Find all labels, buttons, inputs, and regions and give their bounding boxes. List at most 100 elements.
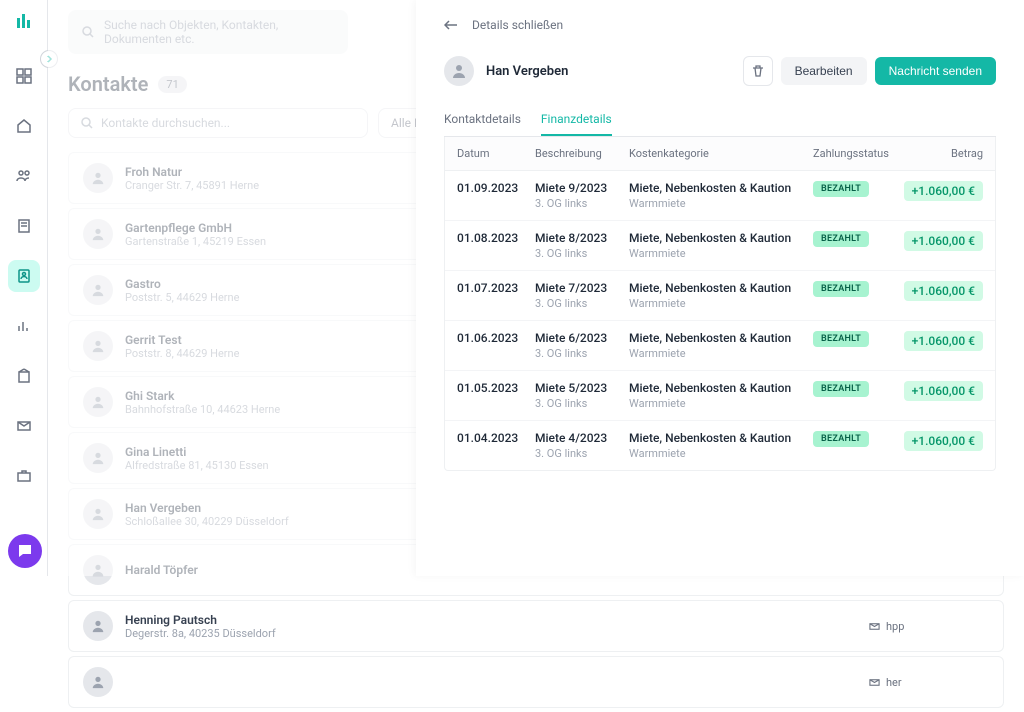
finance-row[interactable]: 01.07.2023Miete 7/2023 3. OG linksMiete, … — [445, 271, 995, 321]
cell-date: 01.09.2023 — [457, 181, 535, 195]
status-badge: BEZAHLT — [813, 331, 869, 347]
finance-table: Datum Beschreibung Kostenkategorie Zahlu… — [444, 137, 996, 471]
cell-category: Miete, Nebenkosten & Kaution — [629, 431, 813, 445]
status-badge: BEZAHLT — [813, 431, 869, 447]
avatar — [83, 499, 113, 529]
delete-button[interactable] — [743, 56, 773, 86]
finance-row[interactable]: 01.08.2023Miete 8/20233. OG linksMiete, … — [445, 221, 995, 271]
contact-email: her — [886, 676, 902, 689]
finance-row[interactable]: 01.05.2023Miete 5/2023 3. OG linksMiete, … — [445, 371, 995, 421]
detail-contact-name: Han Vergeben — [486, 64, 568, 79]
close-details[interactable]: Details schließen — [444, 18, 996, 32]
cell-desc: Miete 7/2023 — [535, 281, 629, 295]
amount-value: +1.060,00 € — [904, 281, 983, 301]
contact-address: Degerstr. 8a, 40235 Düsseldorf — [125, 627, 857, 640]
amount-value: +1.060,00 € — [904, 431, 983, 451]
cell-desc: Miete 4/2023 — [535, 431, 629, 445]
finance-row[interactable]: 01.06.2023Miete 6/2023 3. OG linksMiete, … — [445, 321, 995, 371]
search-icon — [82, 26, 94, 38]
global-search-placeholder: Suche nach Objekten, Kontakten, Dokument… — [104, 18, 334, 46]
logo-icon — [14, 12, 34, 32]
col-header-desc: Beschreibung — [535, 147, 629, 160]
cell-desc: Miete 6/2023 — [535, 331, 629, 345]
nav-mail[interactable] — [8, 410, 40, 442]
avatar — [83, 275, 113, 305]
mail-icon — [869, 677, 880, 688]
detail-panel: Details schließen Han Vergeben Bearbeite… — [416, 0, 1024, 576]
amount-value: +1.060,00 € — [904, 331, 983, 351]
col-header-status: Zahlungsstatus — [813, 147, 903, 160]
avatar — [83, 667, 113, 697]
avatar — [444, 56, 474, 86]
edit-button[interactable]: Bearbeiten — [781, 57, 867, 85]
col-header-category: Kostenkategorie — [629, 147, 813, 160]
cell-category-sub: Warmmiete — [629, 347, 813, 360]
cell-date: 01.04.2023 — [457, 431, 535, 445]
cell-category-sub: Warmmiete — [629, 397, 813, 410]
cell-desc: Miete 5/2023 — [535, 381, 629, 395]
status-badge: BEZAHLT — [813, 231, 869, 247]
avatar — [83, 611, 113, 641]
cell-desc-sub: 3. OG links — [535, 297, 629, 310]
mail-icon — [869, 621, 880, 632]
nav-building[interactable] — [8, 360, 40, 392]
sidebar — [0, 0, 48, 576]
contacts-search[interactable]: Kontakte durchsuchen... — [68, 108, 368, 138]
cell-desc: Miete 9/2023 — [535, 181, 629, 195]
cell-desc-sub: 3. OG links — [535, 197, 629, 210]
amount-value: +1.060,00 € — [904, 231, 983, 251]
arrow-left-icon — [444, 20, 458, 30]
avatar — [83, 555, 113, 585]
tab-finance-details[interactable]: Finanzdetails — [541, 104, 612, 136]
finance-row[interactable]: 01.09.2023Miete 9/2023 3. OG linksMiete, … — [445, 171, 995, 221]
nav-documents[interactable] — [8, 210, 40, 242]
cell-desc-sub: 3. OG links — [535, 247, 629, 260]
cell-date: 01.07.2023 — [457, 281, 535, 295]
cell-category: Miete, Nebenkosten & Kaution — [629, 181, 813, 195]
tab-contact-details[interactable]: Kontaktdetails — [444, 104, 521, 136]
sidebar-toggle[interactable] — [40, 50, 58, 68]
close-details-label: Details schließen — [472, 18, 563, 32]
cell-date: 01.05.2023 — [457, 381, 535, 395]
col-header-date: Datum — [457, 147, 535, 160]
avatar — [83, 387, 113, 417]
nav-briefcase[interactable] — [8, 460, 40, 492]
page-title: Kontakte — [68, 72, 148, 96]
nav-analytics[interactable] — [8, 310, 40, 342]
global-search[interactable]: Suche nach Objekten, Kontakten, Dokument… — [68, 10, 348, 54]
search-icon — [81, 117, 93, 129]
avatar — [83, 331, 113, 361]
cell-desc-sub: 3. OG links — [535, 347, 629, 360]
contact-count-badge: 71 — [158, 76, 186, 93]
contacts-search-placeholder: Kontakte durchsuchen... — [101, 116, 230, 130]
contact-item[interactable]: Henning PautschDegerstr. 8a, 40235 Düsse… — [68, 600, 1004, 652]
cell-category: Miete, Nebenkosten & Kaution — [629, 281, 813, 295]
status-badge: BEZAHLT — [813, 181, 869, 197]
avatar — [83, 163, 113, 193]
cell-category-sub: Warmmiete — [629, 197, 813, 210]
cell-date: 01.06.2023 — [457, 331, 535, 345]
status-badge: BEZAHLT — [813, 381, 869, 397]
avatar — [83, 219, 113, 249]
amount-value: +1.060,00 € — [904, 381, 983, 401]
contact-email: hpp — [886, 620, 904, 633]
cell-category-sub: Warmmiete — [629, 297, 813, 310]
cell-category: Miete, Nebenkosten & Kaution — [629, 331, 813, 345]
contact-name: Henning Pautsch — [125, 613, 857, 627]
cell-desc-sub: 3. OG links — [535, 397, 629, 410]
finance-row[interactable]: 01.04.2023Miete 4/2023 3. OG linksMiete, … — [445, 421, 995, 470]
nav-contacts[interactable] — [8, 260, 40, 292]
cell-category: Miete, Nebenkosten & Kaution — [629, 381, 813, 395]
avatar — [83, 443, 113, 473]
cell-desc-sub: 3. OG links — [535, 447, 629, 460]
status-badge: BEZAHLT — [813, 281, 869, 297]
nav-home[interactable] — [8, 110, 40, 142]
contact-item[interactable]: her — [68, 656, 1004, 708]
nav-people[interactable] — [8, 160, 40, 192]
nav-dashboard[interactable] — [8, 60, 40, 92]
amount-value: +1.060,00 € — [904, 181, 983, 201]
col-header-amount: Betrag — [903, 147, 983, 160]
send-message-button[interactable]: Nachricht senden — [875, 57, 996, 85]
help-chat-bubble[interactable] — [8, 534, 42, 568]
cell-desc: Miete 8/2023 — [535, 231, 629, 245]
